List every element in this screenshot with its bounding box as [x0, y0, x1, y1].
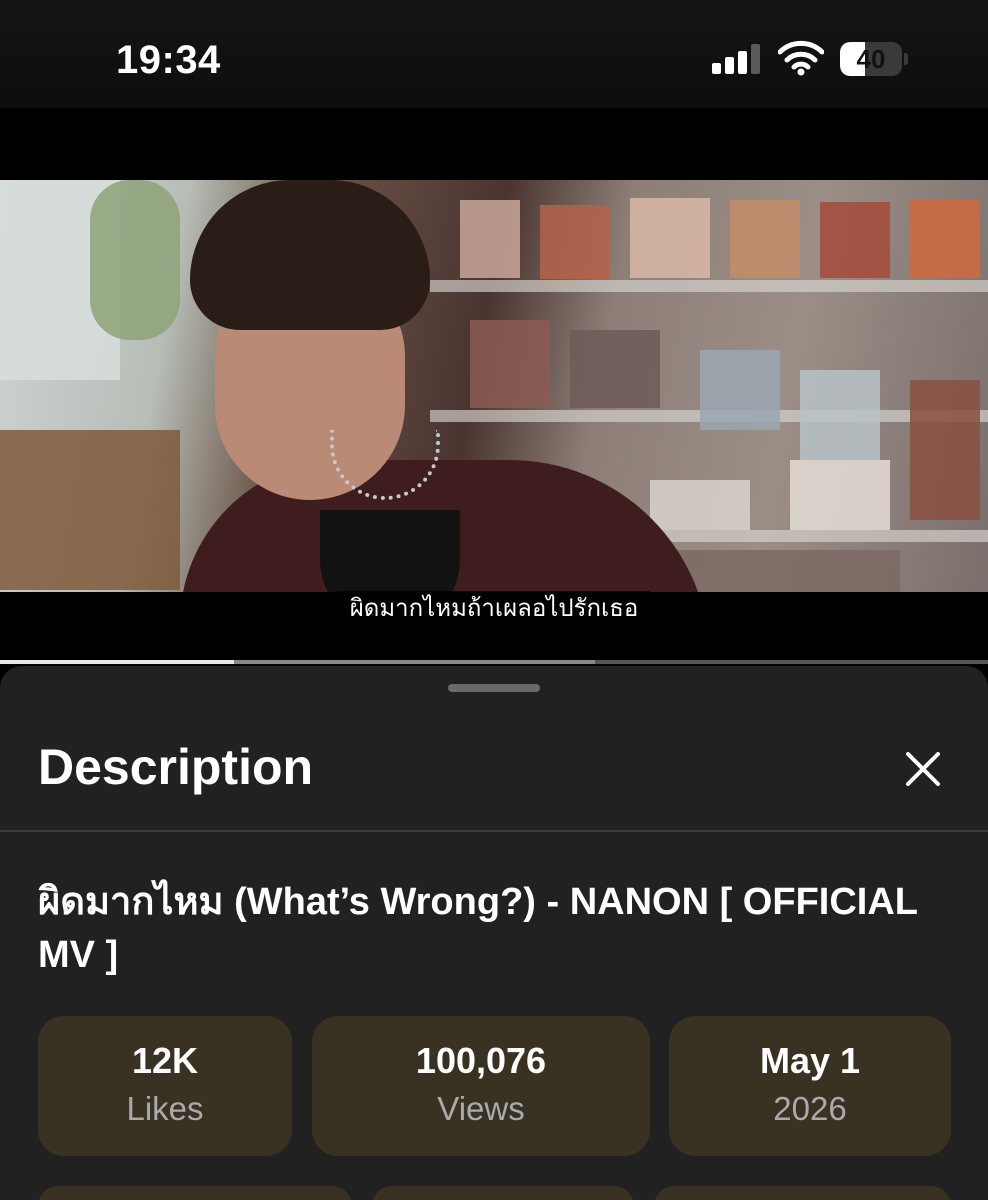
person-shirt — [320, 510, 460, 592]
views-card[interactable]: 100,076 Views — [312, 1016, 650, 1156]
views-label: Views — [437, 1090, 525, 1127]
chip-card[interactable] — [654, 1186, 951, 1200]
video-player[interactable]: ผิดมากไหมถ้าเผลอไปรักเธอ — [0, 108, 988, 664]
date-card[interactable]: May 1 2026 — [669, 1016, 951, 1156]
likes-label: Likes — [126, 1090, 204, 1127]
progress-played — [0, 660, 235, 664]
video-title: ผิดมากไหม (What’s Wrong?) - NANON [ OFFI… — [38, 881, 918, 976]
wifi-icon — [778, 40, 824, 76]
description-panel: Description ผิดมากไหม (What’s Wrong?) - … — [0, 666, 988, 1200]
video-subtitle: ผิดมากไหมถ้าเผลอไปรักเธอ — [0, 588, 988, 627]
drag-handle[interactable] — [448, 684, 540, 692]
status-bar: 19:34 40 — [0, 0, 988, 108]
chip-card[interactable] — [372, 1186, 634, 1200]
person-hair — [190, 180, 430, 330]
likes-count: 12K — [131, 1040, 199, 1081]
progress-bar[interactable] — [0, 660, 988, 664]
panel-title: Description — [38, 739, 314, 795]
publish-year: 2026 — [773, 1090, 847, 1127]
views-count: 100,076 — [415, 1040, 547, 1081]
signal-icon — [712, 44, 762, 74]
battery-level: 40 — [856, 44, 886, 74]
publish-date: May 1 — [759, 1040, 861, 1081]
status-time: 19:34 — [116, 38, 221, 82]
chip-card[interactable] — [38, 1186, 352, 1200]
battery-icon: 40 — [840, 42, 908, 76]
close-icon[interactable] — [898, 744, 948, 794]
divider — [0, 830, 988, 832]
video-frame[interactable] — [0, 180, 988, 592]
likes-card[interactable]: 12K Likes — [38, 1016, 292, 1156]
